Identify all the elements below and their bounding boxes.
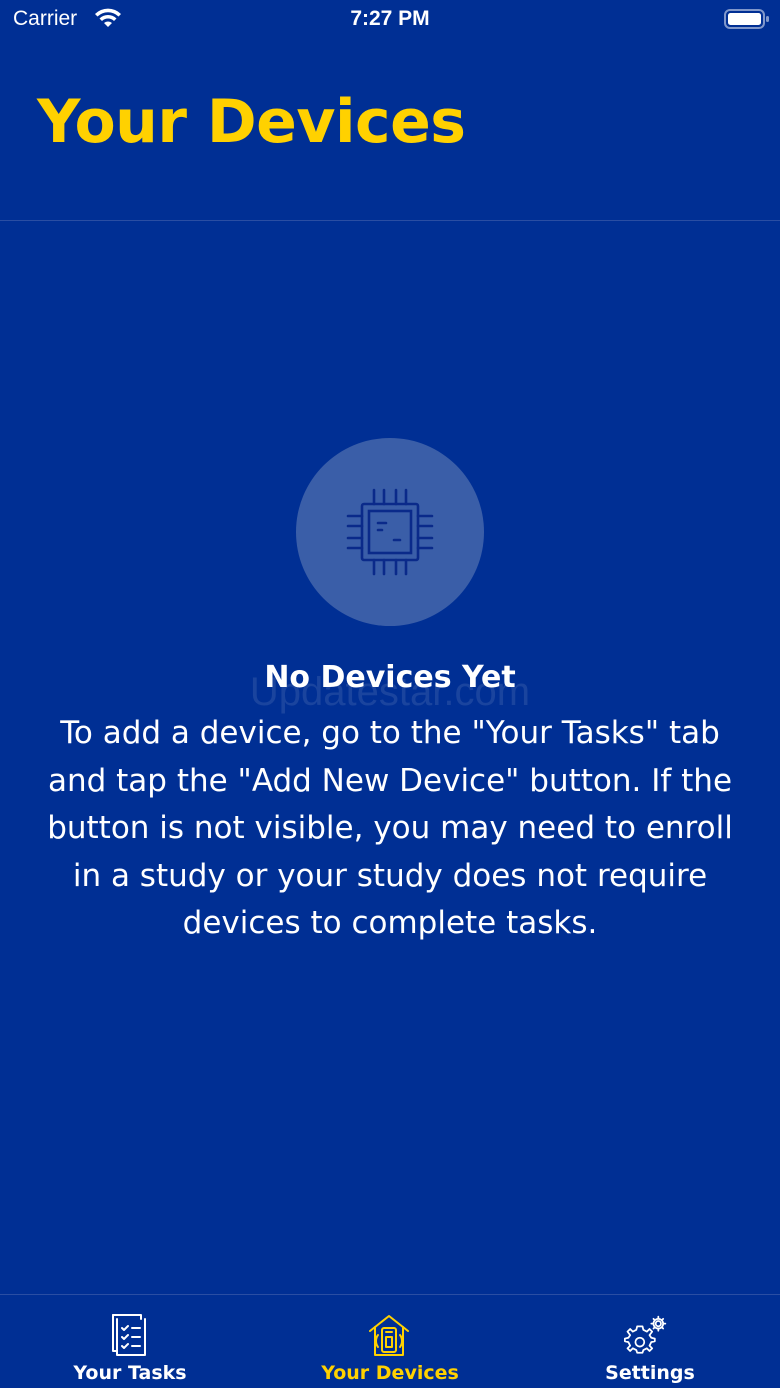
tab-label-your-devices: Your Devices (321, 1362, 459, 1384)
tab-your-devices[interactable]: Your Devices (260, 1295, 520, 1388)
empty-state-icon-circle (296, 438, 484, 626)
status-time: 7:27 PM (350, 7, 430, 30)
tab-label-settings: Settings (605, 1362, 695, 1384)
battery-icon (724, 9, 769, 29)
chip-icon (346, 488, 434, 576)
empty-state-message: To add a device, go to the "Your Tasks" … (47, 715, 733, 941)
task-list-icon (112, 1314, 146, 1356)
page-title: Your Devices (37, 87, 466, 157)
tab-settings[interactable]: Settings (520, 1295, 780, 1388)
tab-bar: Your Tasks Your Devices Settings (0, 1294, 780, 1388)
gear-icon (624, 1315, 667, 1354)
status-bar: Carrier 7:27 PM (0, 0, 780, 40)
tab-label-your-tasks: Your Tasks (73, 1362, 187, 1384)
tab-your-tasks[interactable]: Your Tasks (0, 1295, 260, 1388)
device-home-icon (369, 1315, 409, 1356)
empty-state-title: No Devices Yet (264, 660, 516, 695)
